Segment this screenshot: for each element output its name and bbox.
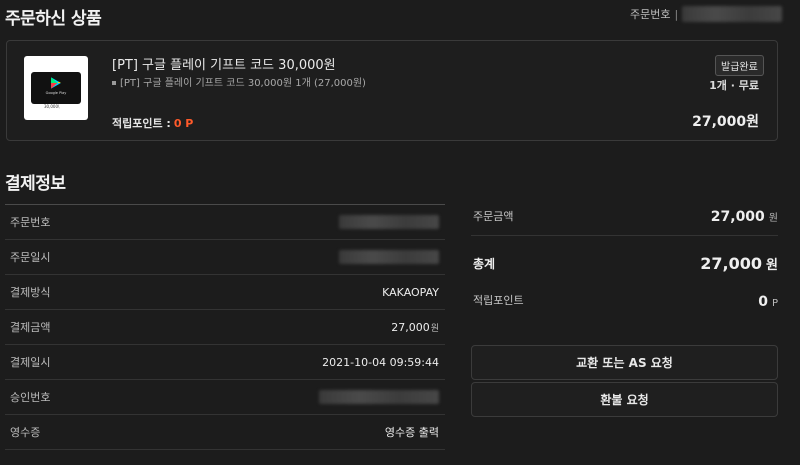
payment-row-label: 영수증 [10,426,41,439]
payment-row-label: 결제일시 [10,356,51,369]
product-option-text: [PT] 구글 플레이 기프트 코드 30,000원 1개 (27,000원) [120,78,366,89]
order-number-header: 주문번호 | [630,6,783,22]
payment-summary: 주문금액 27,000 원 총계 27,000 원 적립포인트 0P [471,196,778,313]
earned-points: 적립포인트 :0 P [112,115,193,131]
approval-number-redacted [319,390,439,404]
earned-points-label: 적립포인트 : [112,117,171,130]
order-number-separator: | [674,7,679,21]
product-name[interactable]: [PT] 구글 플레이 기프트 코드 30,000원 [112,54,336,73]
payment-method-value: KAKAOPAY [382,285,439,299]
payment-info-table: 주문번호 주문일시 결제방식 KAKAOPAY 결제금액 27,000원 결제일… [5,204,445,450]
payment-info-title: 결제정보 [5,174,66,194]
payment-row-order-date: 주문일시 [5,240,445,275]
order-number-redacted [339,215,439,229]
payment-row-label: 결제방식 [10,286,51,299]
product-card: Google Play 30,000\ [PT] 구글 플레이 기프트 코드 3… [6,40,778,141]
payment-row-label: 주문일시 [10,251,51,264]
currency-unit: 원 [766,257,778,273]
currency-unit: 원 [768,213,778,224]
refund-request-button[interactable]: 환불 요청 [471,382,778,417]
payment-row-receipt: 영수증 영수증 출력 [5,415,445,450]
exchange-as-request-button[interactable]: 교환 또는 AS 요청 [471,345,778,380]
product-option: [PT] 구글 플레이 기프트 코드 30,000원 1개 (27,000원) [112,74,366,89]
summary-total-value: 27,000 [700,253,763,273]
order-number-redacted [682,6,783,22]
payment-row-label: 승인번호 [10,391,51,404]
payment-row-approval-number: 승인번호 [5,380,445,415]
gift-card-image: Google Play [31,72,81,104]
gift-card-amount: 30,000\ [44,104,60,109]
payment-row-label: 주문번호 [10,216,51,229]
order-date-redacted [339,250,439,264]
payment-row-order-number: 주문번호 [5,205,445,240]
status-badge: 발급완료 [715,55,764,76]
print-receipt-link[interactable]: 영수증 출력 [385,424,439,440]
summary-order-amount: 주문금액 27,000 원 [471,196,778,236]
payment-row-amount: 결제금액 27,000원 [5,310,445,345]
summary-label: 주문금액 [473,209,514,223]
bullet-icon [112,81,116,85]
currency-unit: 원 [430,323,439,334]
summary-points: 적립포인트 0P [471,287,778,313]
summary-order-amount-value: 27,000 [710,209,765,225]
points-unit: P [771,297,778,309]
paid-at-value: 2021-10-04 09:59:44 [322,355,439,369]
gift-card-brand: Google Play [45,91,67,95]
quantity-shipping: 1개 · 무료 [709,79,759,92]
summary-total: 총계 27,000 원 [471,239,778,287]
google-play-icon [51,77,61,89]
product-thumbnail[interactable]: Google Play 30,000\ [24,56,88,120]
payment-row-paid-at: 결제일시 2021-10-04 09:59:44 [5,345,445,380]
summary-label: 총계 [473,256,496,271]
payment-row-method: 결제방식 KAKAOPAY [5,275,445,310]
summary-points-value: 0 [758,293,768,310]
product-price: 27,000원 [692,114,759,130]
earned-points-value: 0 P [173,117,194,130]
summary-label: 적립포인트 [473,294,524,307]
order-number-label: 주문번호 [630,8,671,21]
payment-row-label: 결제금액 [10,321,51,334]
ordered-section-title: 주문하신 상품 [5,9,102,29]
payment-amount-value: 27,000 [391,320,430,334]
